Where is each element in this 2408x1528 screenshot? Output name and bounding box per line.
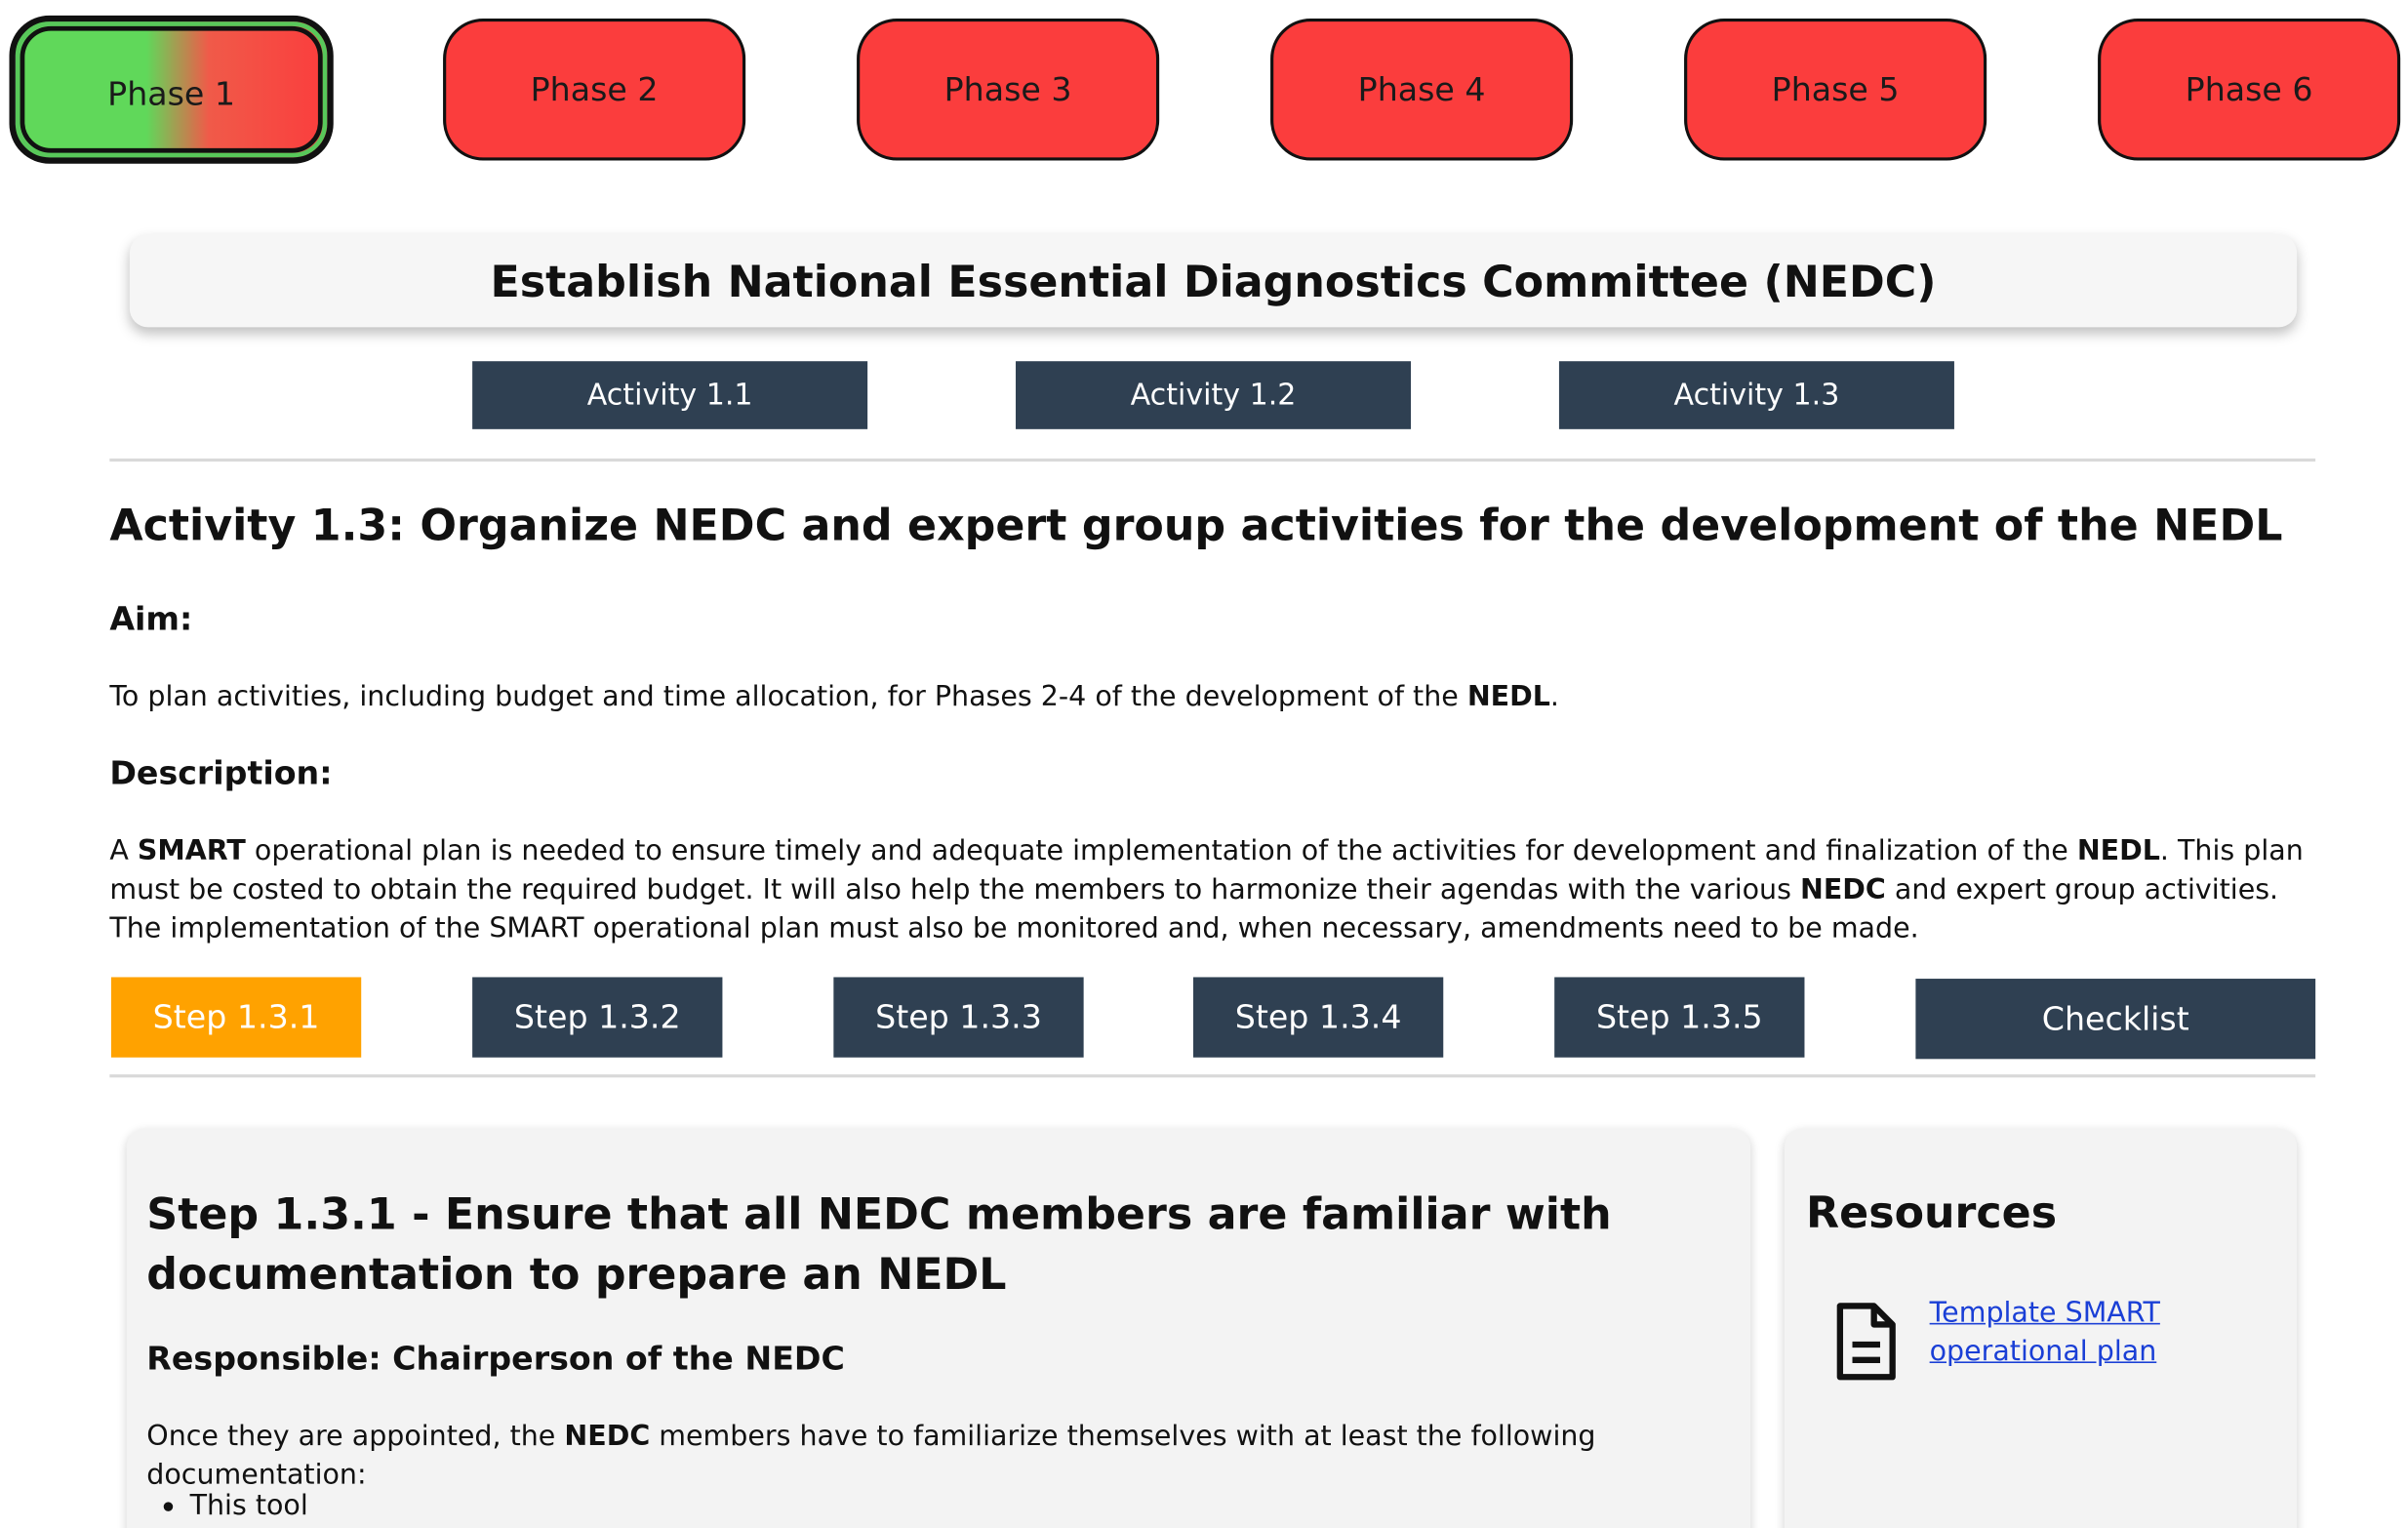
- document-icon: [1836, 1303, 1896, 1381]
- resources-heading: Resources: [1806, 1186, 2058, 1238]
- phase-3-button[interactable]: Phase 3: [857, 18, 1160, 161]
- page-title: Establish National Essential Diagnostics…: [129, 234, 2298, 328]
- activity-1-2-button[interactable]: Activity 1.2: [1016, 361, 1412, 429]
- step-label: Step 1.3.2: [513, 998, 681, 1036]
- step-1-3-1-button[interactable]: Step 1.3.1: [110, 977, 362, 1058]
- description-bold: NEDL: [2076, 834, 2160, 868]
- aim-text-bold: NEDL: [1466, 680, 1550, 713]
- activity-label: Activity 1.2: [1130, 378, 1297, 413]
- step-1-3-2-button[interactable]: Step 1.3.2: [472, 977, 723, 1058]
- description-bold: SMART: [137, 834, 246, 868]
- step-label: Step 1.3.3: [875, 998, 1042, 1036]
- template-smart-plan-link[interactable]: Template SMART operational plan: [1930, 1294, 2238, 1371]
- description-bold: NEDC: [1800, 873, 1886, 906]
- page: Phase 1 Phase 2 Phase 3 Phase 4 Phase 5 …: [0, 0, 2408, 1528]
- phase-label: Phase 3: [943, 70, 1072, 108]
- aim-text: To plan activities, including budget and…: [109, 678, 1559, 717]
- step-label: Step 1.3.1: [152, 998, 320, 1036]
- phase-label: Phase 6: [2185, 70, 2313, 108]
- list-item: This tool: [163, 1487, 308, 1526]
- step-detail-panel: Step 1.3.1 - Ensure that all NEDC member…: [126, 1128, 1751, 1528]
- activity-1-1-button[interactable]: Activity 1.1: [472, 361, 868, 429]
- phase-4-button[interactable]: Phase 4: [1270, 18, 1574, 161]
- phase-5-button[interactable]: Phase 5: [1684, 18, 1987, 161]
- resources-panel: Resources Template SMART operational pla…: [1784, 1128, 2298, 1528]
- responsible-heading: Responsible: Chairperson of the NEDC: [146, 1340, 845, 1378]
- divider: [109, 458, 2316, 462]
- description-heading: Description:: [109, 754, 333, 792]
- step-text-bold: NEDC: [564, 1420, 651, 1453]
- phase-6-button[interactable]: Phase 6: [2098, 18, 2401, 161]
- step-text-part: Once they are appointed, the: [146, 1420, 565, 1453]
- aim-text-part: To plan activities, including budget and…: [109, 680, 1467, 713]
- phase-2-button[interactable]: Phase 2: [443, 18, 746, 161]
- phase-label: Phase 2: [530, 70, 659, 108]
- phase-label: Phase 4: [1357, 70, 1486, 108]
- step-1-3-4-button[interactable]: Step 1.3.4: [1192, 977, 1444, 1058]
- step-title: Step 1.3.1 - Ensure that all NEDC member…: [146, 1188, 1612, 1301]
- description-part: A: [109, 834, 138, 868]
- phase-label: Phase 5: [1771, 70, 1900, 108]
- activity-heading: Activity 1.3: Organize NEDC and expert g…: [109, 500, 2283, 551]
- activity-label: Activity 1.1: [586, 378, 753, 413]
- aim-text-part: .: [1549, 680, 1559, 713]
- aim-heading: Aim:: [109, 600, 193, 638]
- activity-label: Activity 1.3: [1673, 378, 1840, 413]
- phase-label: Phase 1: [107, 75, 236, 113]
- description-part: operational plan is needed to ensure tim…: [245, 834, 2077, 868]
- phase-navigation: Phase 1 Phase 2 Phase 3 Phase 4 Phase 5 …: [0, 0, 2408, 170]
- step-1-3-3-button[interactable]: Step 1.3.3: [833, 977, 1084, 1058]
- description-text: A SMART operational plan is needed to en…: [109, 832, 2316, 948]
- step-1-3-5-button[interactable]: Step 1.3.5: [1554, 977, 1805, 1058]
- step-label: Step 1.3.4: [1234, 998, 1402, 1036]
- checklist-button[interactable]: Checklist: [1915, 979, 2316, 1060]
- step-text: Once they are appointed, the NEDC member…: [146, 1417, 1750, 1494]
- checklist-label: Checklist: [2041, 1000, 2189, 1038]
- divider: [109, 1074, 2316, 1078]
- phase-1-button[interactable]: Phase 1: [9, 15, 334, 164]
- activity-1-3-button[interactable]: Activity 1.3: [1558, 361, 1954, 429]
- step-label: Step 1.3.5: [1595, 998, 1763, 1036]
